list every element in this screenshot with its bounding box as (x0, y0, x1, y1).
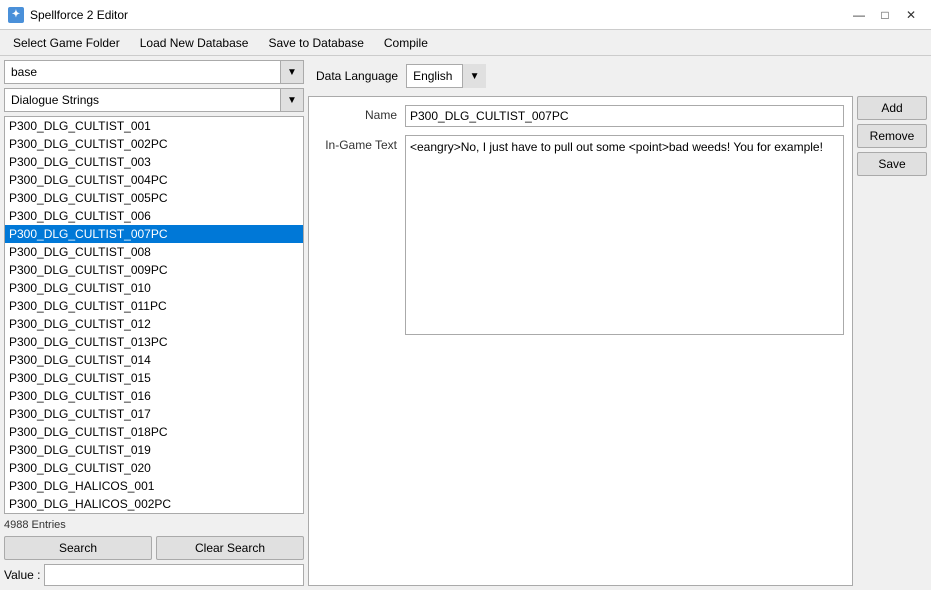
category-dropdown-container: Dialogue Strings ▼ (4, 88, 304, 112)
search-button[interactable]: Search (4, 536, 152, 560)
menu-bar: Select Game Folder Load New Database Sav… (0, 30, 931, 56)
name-field-row: Name (317, 105, 844, 127)
list-item[interactable]: P300_DLG_CULTIST_011PC (5, 297, 303, 315)
list-item[interactable]: P300_DLG_CULTIST_005PC (5, 189, 303, 207)
list-item[interactable]: P300_DLG_CULTIST_020 (5, 459, 303, 477)
in-game-text-label: In-Game Text (317, 135, 397, 152)
menu-load-new-database[interactable]: Load New Database (131, 33, 258, 53)
window-controls: — □ ✕ (847, 5, 923, 25)
language-dropdown-container: English German French ▼ (406, 64, 486, 88)
name-input[interactable] (405, 105, 844, 127)
left-panel: base ▼ Dialogue Strings ▼ P300_DLG_CULTI… (4, 60, 304, 586)
base-dropdown[interactable]: base (4, 60, 304, 84)
add-button[interactable]: Add (857, 96, 927, 120)
list-item[interactable]: P300_DLG_CULTIST_015 (5, 369, 303, 387)
list-item[interactable]: P300_DLG_CULTIST_018PC (5, 423, 303, 441)
list-item[interactable]: P300_DLG_CULTIST_007PC (5, 225, 303, 243)
save-button[interactable]: Save (857, 152, 927, 176)
category-dropdown[interactable]: Dialogue Strings (4, 88, 304, 112)
content-with-buttons: Name In-Game Text Add Remove Save (308, 96, 927, 586)
list-item[interactable]: P300_DLG_CULTIST_013PC (5, 333, 303, 351)
title-bar-left: ✦ Spellforce 2 Editor (8, 7, 128, 23)
maximize-button[interactable]: □ (873, 5, 897, 25)
minimize-button[interactable]: — (847, 5, 871, 25)
list-item[interactable]: P300_DLG_CULTIST_012 (5, 315, 303, 333)
name-label: Name (317, 105, 397, 122)
language-dropdown[interactable]: English German French (406, 64, 486, 88)
app-icon: ✦ (8, 7, 24, 23)
list-scroll[interactable]: P300_DLG_CULTIST_001P300_DLG_CULTIST_002… (5, 117, 303, 513)
menu-save-to-database[interactable]: Save to Database (259, 33, 372, 53)
list-item[interactable]: P300_DLG_HALICOS_002PC (5, 495, 303, 513)
list-item[interactable]: P300_DLG_CULTIST_017 (5, 405, 303, 423)
list-item[interactable]: P300_DLG_CULTIST_016 (5, 387, 303, 405)
list-item[interactable]: P300_DLG_CULTIST_006 (5, 207, 303, 225)
entries-count: 4988 Entries (4, 518, 304, 532)
value-row: Value : (4, 564, 304, 586)
menu-compile[interactable]: Compile (375, 33, 437, 53)
value-label: Value : (4, 568, 40, 582)
list-container: P300_DLG_CULTIST_001P300_DLG_CULTIST_002… (4, 116, 304, 514)
list-item[interactable]: P300_DLG_CULTIST_004PC (5, 171, 303, 189)
list-item[interactable]: P300_DLG_CULTIST_003 (5, 153, 303, 171)
remove-button[interactable]: Remove (857, 124, 927, 148)
list-item[interactable]: P300_DLG_CULTIST_009PC (5, 261, 303, 279)
right-buttons: Add Remove Save (857, 96, 927, 586)
list-item[interactable]: P300_DLG_CULTIST_014 (5, 351, 303, 369)
data-language-label: Data Language (316, 69, 398, 83)
title-bar: ✦ Spellforce 2 Editor — □ ✕ (0, 0, 931, 30)
clear-search-button[interactable]: Clear Search (156, 536, 304, 560)
list-item[interactable]: P300_DLG_CULTIST_019 (5, 441, 303, 459)
data-language-row: Data Language English German French ▼ (308, 60, 927, 92)
detail-box: Name In-Game Text (308, 96, 853, 586)
menu-select-game-folder[interactable]: Select Game Folder (4, 33, 129, 53)
list-item[interactable]: P300_DLG_CULTIST_001 (5, 117, 303, 135)
in-game-text-textarea[interactable] (405, 135, 844, 335)
base-dropdown-container: base ▼ (4, 60, 304, 84)
list-item[interactable]: P300_DLG_CULTIST_002PC (5, 135, 303, 153)
right-panel: Data Language English German French ▼ Na… (308, 60, 927, 586)
in-game-text-field-row: In-Game Text (317, 135, 844, 335)
list-item[interactable]: P300_DLG_CULTIST_010 (5, 279, 303, 297)
main-content: base ▼ Dialogue Strings ▼ P300_DLG_CULTI… (0, 56, 931, 590)
search-row: Search Clear Search (4, 536, 304, 560)
close-button[interactable]: ✕ (899, 5, 923, 25)
list-item[interactable]: P300_DLG_CULTIST_008 (5, 243, 303, 261)
value-input[interactable] (44, 564, 304, 586)
window-title: Spellforce 2 Editor (30, 8, 128, 22)
list-item[interactable]: P300_DLG_HALICOS_001 (5, 477, 303, 495)
